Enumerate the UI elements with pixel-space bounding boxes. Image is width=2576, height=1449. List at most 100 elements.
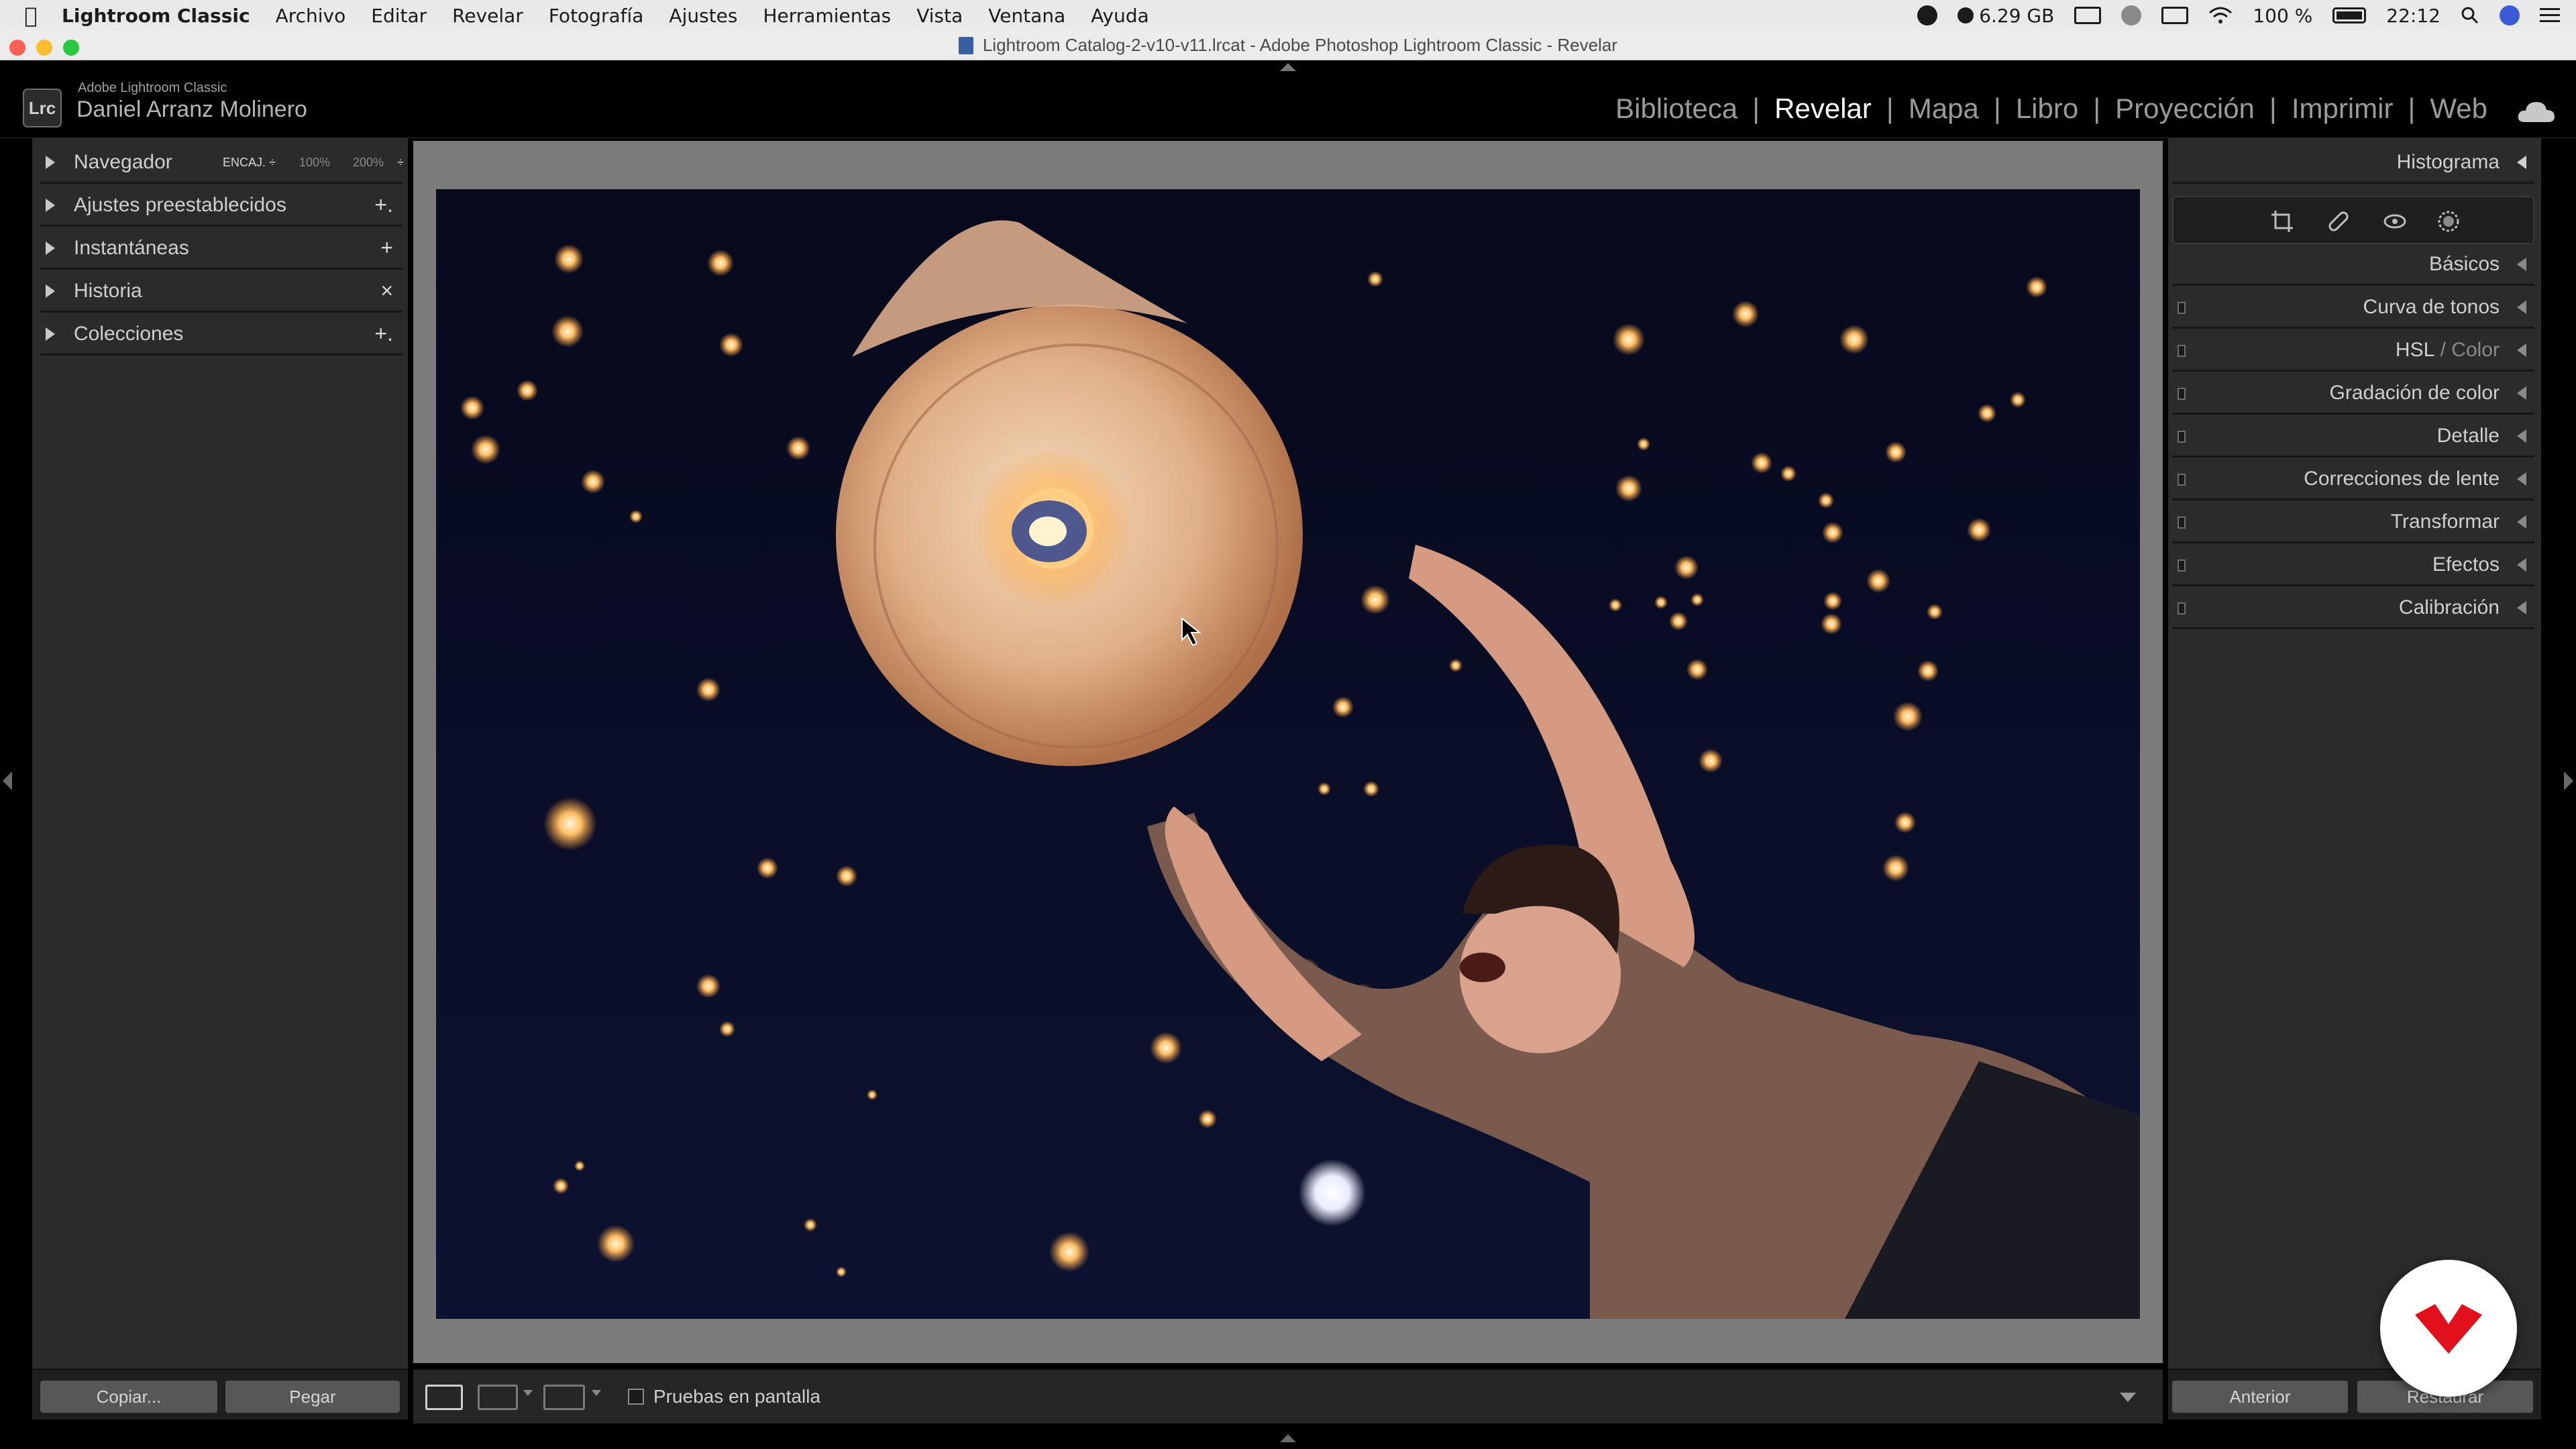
menu-archivo[interactable]: Archivo (276, 5, 346, 27)
effects-panel-header[interactable]: Efectos (2172, 545, 2534, 586)
minimize-window-button[interactable] (36, 40, 52, 56)
before-after-view-icon[interactable] (478, 1385, 518, 1410)
clear-history-icon[interactable]: × (380, 278, 393, 303)
filmstrip-toggle-icon[interactable] (1280, 1434, 1296, 1442)
panel-toggle-switch[interactable] (2178, 431, 2186, 443)
snapshots-label: Instantáneas (74, 236, 189, 259)
airplay-icon[interactable] (2161, 7, 2189, 24)
add-preset-icon[interactable]: +. (374, 193, 393, 217)
healing-brush-icon[interactable] (2326, 209, 2351, 233)
image-workspace[interactable] (413, 141, 2163, 1363)
zoom-100-option[interactable]: 100% (299, 156, 330, 170)
sync-icon[interactable] (2121, 5, 2142, 25)
paste-settings-button[interactable]: Pegar (225, 1381, 400, 1413)
module-web[interactable]: Web (2430, 93, 2487, 125)
histogram-panel-header[interactable]: Histograma (2172, 142, 2534, 184)
wifi-icon[interactable] (2208, 6, 2233, 25)
expand-triangle-icon (46, 327, 55, 341)
loupe-view-icon[interactable] (425, 1385, 463, 1410)
module-proyeccion[interactable]: Proyección (2115, 93, 2255, 125)
panel-toggle-switch[interactable] (2178, 345, 2186, 357)
histogram-label: Histograma (2396, 150, 2500, 173)
left-panel-toggle-icon[interactable] (3, 771, 12, 790)
cloud-sync-icon[interactable] (2517, 99, 2556, 123)
menu-editar[interactable]: Editar (371, 5, 427, 27)
menu-ventana[interactable]: Ventana (988, 5, 1065, 27)
copy-settings-button[interactable]: Copiar... (40, 1381, 217, 1413)
catalog-file-icon (958, 36, 973, 54)
clock[interactable]: 22:12 (2386, 5, 2440, 27)
soft-proofing-checkbox[interactable] (628, 1389, 644, 1405)
menu-herramientas[interactable]: Herramientas (763, 5, 891, 27)
view-options-chevron-icon[interactable] (523, 1390, 533, 1396)
color-grading-panel-header[interactable]: Gradación de color (2172, 373, 2534, 415)
photo-preview[interactable] (436, 189, 2140, 1319)
collapse-top-panel-icon[interactable] (1280, 63, 1296, 71)
collections-panel-header[interactable]: Colecciones +. (40, 314, 402, 356)
panel-toggle-switch[interactable] (2178, 302, 2186, 314)
creative-cloud-icon[interactable] (1917, 5, 1938, 25)
hsl-tab[interactable]: HSL (2396, 339, 2434, 362)
lens-corrections-panel-header[interactable]: Correcciones de lente (2172, 459, 2534, 500)
add-snapshot-icon[interactable]: + (380, 235, 393, 260)
zoom-window-button[interactable] (63, 40, 79, 56)
soft-proofing-label[interactable]: Pruebas en pantalla (653, 1386, 820, 1407)
close-window-button[interactable] (9, 40, 25, 56)
zoom-200-option[interactable]: 200% (353, 156, 384, 170)
menu-ajustes[interactable]: Ajustes (669, 5, 737, 27)
notification-center-icon[interactable] (2540, 7, 2560, 24)
menu-fotografia[interactable]: Fotografía (549, 5, 644, 27)
module-separator: | (1752, 93, 1760, 124)
history-panel-header[interactable]: Historia × (40, 271, 402, 313)
memory-monitor[interactable]: 6.29 GB (1957, 5, 2054, 27)
calibration-label: Calibración (2398, 596, 2500, 619)
sky-lantern-photo (436, 189, 2140, 1319)
before-after-split-icon[interactable] (543, 1385, 585, 1410)
tone-curve-panel-header[interactable]: Curva de tonos (2172, 287, 2534, 329)
menu-revelar[interactable]: Revelar (452, 5, 523, 27)
add-collection-icon[interactable]: +. (374, 321, 393, 346)
collections-label: Colecciones (74, 322, 184, 345)
app-menu[interactable]: Lightroom Classic (62, 5, 250, 27)
module-imprimir[interactable]: Imprimir (2292, 93, 2394, 125)
module-mapa[interactable]: Mapa (1909, 93, 1979, 125)
panel-toggle-switch[interactable] (2178, 559, 2186, 572)
module-libro[interactable]: Libro (2016, 93, 2078, 125)
hsl-color-panel-header[interactable]: HSL / Color (2172, 330, 2534, 372)
collapse-triangle-icon (2517, 429, 2526, 443)
transform-panel-header[interactable]: Transformar (2172, 502, 2534, 543)
masking-icon[interactable] (2436, 209, 2461, 233)
presets-panel-header[interactable]: Ajustes preestablecidos +. (40, 185, 402, 227)
siri-icon[interactable] (2500, 5, 2520, 25)
collapse-triangle-icon (2517, 515, 2526, 529)
detail-panel-header[interactable]: Detalle (2172, 416, 2534, 458)
spotlight-search-icon[interactable] (2461, 6, 2479, 25)
panel-toggle-switch[interactable] (2178, 602, 2186, 614)
crop-tool-icon[interactable] (2270, 209, 2294, 233)
toolbar-content-menu-icon[interactable] (2120, 1393, 2136, 1402)
module-revelar[interactable]: Revelar (1774, 93, 1872, 125)
basic-panel-header[interactable]: Básicos (2172, 244, 2534, 286)
battery-icon[interactable] (2332, 7, 2367, 23)
expand-triangle-icon (46, 155, 55, 169)
apple-menu-icon[interactable]:  (0, 3, 62, 28)
navigator-panel-header[interactable]: Navegador ENCAJ. ÷ 100% 200% ÷ (40, 142, 404, 184)
hsl-color-separator: / (2434, 338, 2452, 361)
zoom-more-chevron-icon[interactable]: ÷ (397, 156, 404, 170)
calibration-panel-header[interactable]: Calibración (2172, 588, 2534, 629)
display-icon[interactable] (2074, 7, 2102, 24)
split-options-chevron-icon[interactable] (592, 1390, 601, 1396)
develop-tool-strip (2172, 196, 2534, 244)
previous-settings-button[interactable]: Anterior (2172, 1381, 2348, 1413)
menu-vista[interactable]: Vista (916, 5, 963, 27)
color-tab[interactable]: Color (2451, 339, 2500, 362)
menu-ayuda[interactable]: Ayuda (1091, 5, 1149, 27)
red-eye-icon[interactable] (2383, 209, 2407, 233)
snapshots-panel-header[interactable]: Instantáneas + (40, 228, 402, 270)
zoom-fit-option[interactable]: ENCAJ. ÷ (223, 156, 276, 170)
panel-toggle-switch[interactable] (2178, 388, 2186, 400)
panel-toggle-switch[interactable] (2178, 474, 2186, 486)
module-biblioteca[interactable]: Biblioteca (1615, 93, 1737, 125)
panel-toggle-switch[interactable] (2178, 517, 2186, 529)
right-panel-toggle-icon[interactable] (2564, 771, 2573, 790)
